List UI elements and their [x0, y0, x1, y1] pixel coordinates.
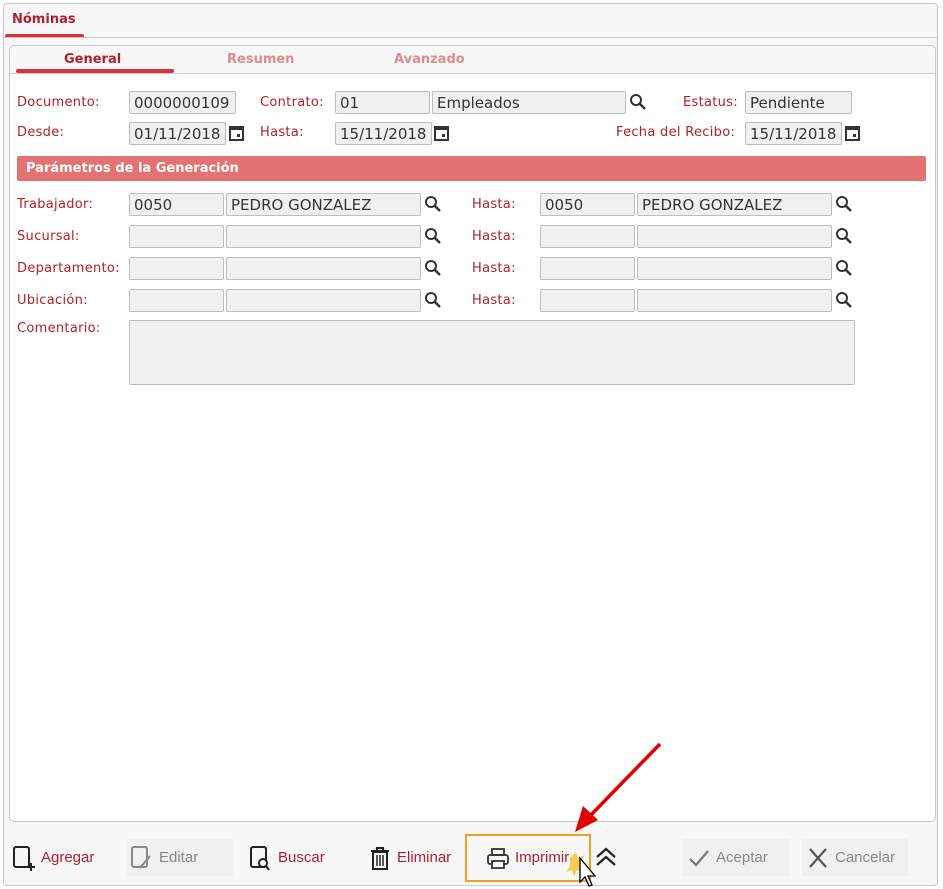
- documento-label: Documento:: [17, 95, 100, 110]
- contrato-name-field[interactable]: Empleados: [432, 91, 626, 114]
- tab-nominas[interactable]: Nóminas: [12, 12, 76, 27]
- documento-field[interactable]: 0000000109: [129, 91, 236, 114]
- tab-general[interactable]: General: [64, 52, 121, 67]
- param-from-code[interactable]: [129, 225, 224, 248]
- param-to-name[interactable]: [637, 289, 832, 312]
- contrato-code-field[interactable]: 01: [335, 91, 430, 114]
- param-from-code[interactable]: 0050: [129, 193, 224, 216]
- aceptar-label: Aceptar: [716, 849, 768, 866]
- search-icon[interactable]: [835, 227, 853, 245]
- comentario-label: Comentario:: [17, 321, 101, 336]
- param-to-label: Hasta:: [472, 293, 516, 308]
- contrato-label: Contrato:: [260, 95, 324, 110]
- param-from-name[interactable]: [226, 225, 421, 248]
- search-document-icon: [250, 845, 270, 871]
- param-label: Departamento:: [17, 261, 120, 276]
- add-icon: [13, 845, 35, 871]
- param-to-code[interactable]: [540, 257, 635, 280]
- param-label: Sucursal:: [17, 229, 80, 244]
- estatus-label: Estatus:: [683, 95, 738, 110]
- param-from-name[interactable]: PEDRO GONZALEZ: [226, 193, 421, 216]
- param-to-code[interactable]: 0050: [540, 193, 635, 216]
- param-to-label: Hasta:: [472, 261, 516, 276]
- search-icon[interactable]: [629, 93, 647, 111]
- param-to-code[interactable]: [540, 225, 635, 248]
- edit-icon: [131, 845, 151, 869]
- editar-button[interactable]: Editar: [127, 839, 233, 876]
- fecha-recibo-field[interactable]: 15/11/2018: [745, 122, 842, 145]
- search-icon[interactable]: [424, 195, 442, 213]
- agregar-label: Agregar: [41, 849, 95, 866]
- divider: [4, 37, 937, 38]
- cursor-icon: [566, 852, 597, 887]
- editar-label: Editar: [159, 849, 199, 866]
- calendar-icon[interactable]: [228, 124, 246, 142]
- fecha-recibo-label: Fecha del Recibo:: [616, 125, 736, 140]
- hasta-label: Hasta:: [260, 125, 304, 140]
- param-from-code[interactable]: [129, 289, 224, 312]
- estatus-field[interactable]: Pendiente: [745, 91, 852, 114]
- check-icon: [689, 849, 709, 867]
- param-from-name[interactable]: [226, 289, 421, 312]
- eliminar-label: Eliminar: [397, 849, 452, 866]
- hasta-field[interactable]: 15/11/2018: [335, 122, 432, 145]
- search-icon[interactable]: [424, 291, 442, 309]
- aceptar-button[interactable]: Aceptar: [683, 839, 789, 876]
- param-to-name[interactable]: PEDRO GONZALEZ: [637, 193, 832, 216]
- tab-avanzado[interactable]: Avanzado: [394, 52, 465, 67]
- param-label: Trabajador:: [17, 197, 94, 212]
- cancelar-label: Cancelar: [835, 849, 896, 866]
- desde-label: Desde:: [17, 125, 65, 140]
- trash-icon: [371, 846, 389, 870]
- search-icon[interactable]: [835, 291, 853, 309]
- calendar-icon[interactable]: [433, 124, 451, 142]
- comentario-textarea[interactable]: [129, 320, 855, 385]
- param-to-label: Hasta:: [472, 229, 516, 244]
- param-from-name[interactable]: [226, 257, 421, 280]
- tab-resumen[interactable]: Resumen: [227, 52, 294, 67]
- calendar-icon[interactable]: [844, 124, 862, 142]
- eliminar-button[interactable]: Eliminar: [368, 839, 451, 876]
- search-icon[interactable]: [835, 195, 853, 213]
- cancelar-button[interactable]: Cancelar: [802, 839, 908, 876]
- buscar-button[interactable]: Buscar: [249, 839, 325, 876]
- param-to-name[interactable]: [637, 225, 832, 248]
- agregar-button[interactable]: Agregar: [12, 839, 94, 876]
- param-to-name[interactable]: [637, 257, 832, 280]
- search-icon[interactable]: [835, 259, 853, 277]
- param-to-code[interactable]: [540, 289, 635, 312]
- search-icon[interactable]: [424, 259, 442, 277]
- search-icon[interactable]: [424, 227, 442, 245]
- tab-indicator: [16, 69, 174, 73]
- param-label: Ubicación:: [17, 293, 88, 308]
- close-icon: [809, 847, 827, 868]
- desde-field[interactable]: 01/11/2018: [129, 122, 226, 145]
- annotation-arrow: [575, 742, 662, 832]
- tab-bar: General Resumen Avanzado: [10, 46, 935, 74]
- buscar-label: Buscar: [278, 849, 325, 866]
- section-header: Parámetros de la Generación: [17, 156, 926, 181]
- param-from-code[interactable]: [129, 257, 224, 280]
- param-to-label: Hasta:: [472, 197, 516, 212]
